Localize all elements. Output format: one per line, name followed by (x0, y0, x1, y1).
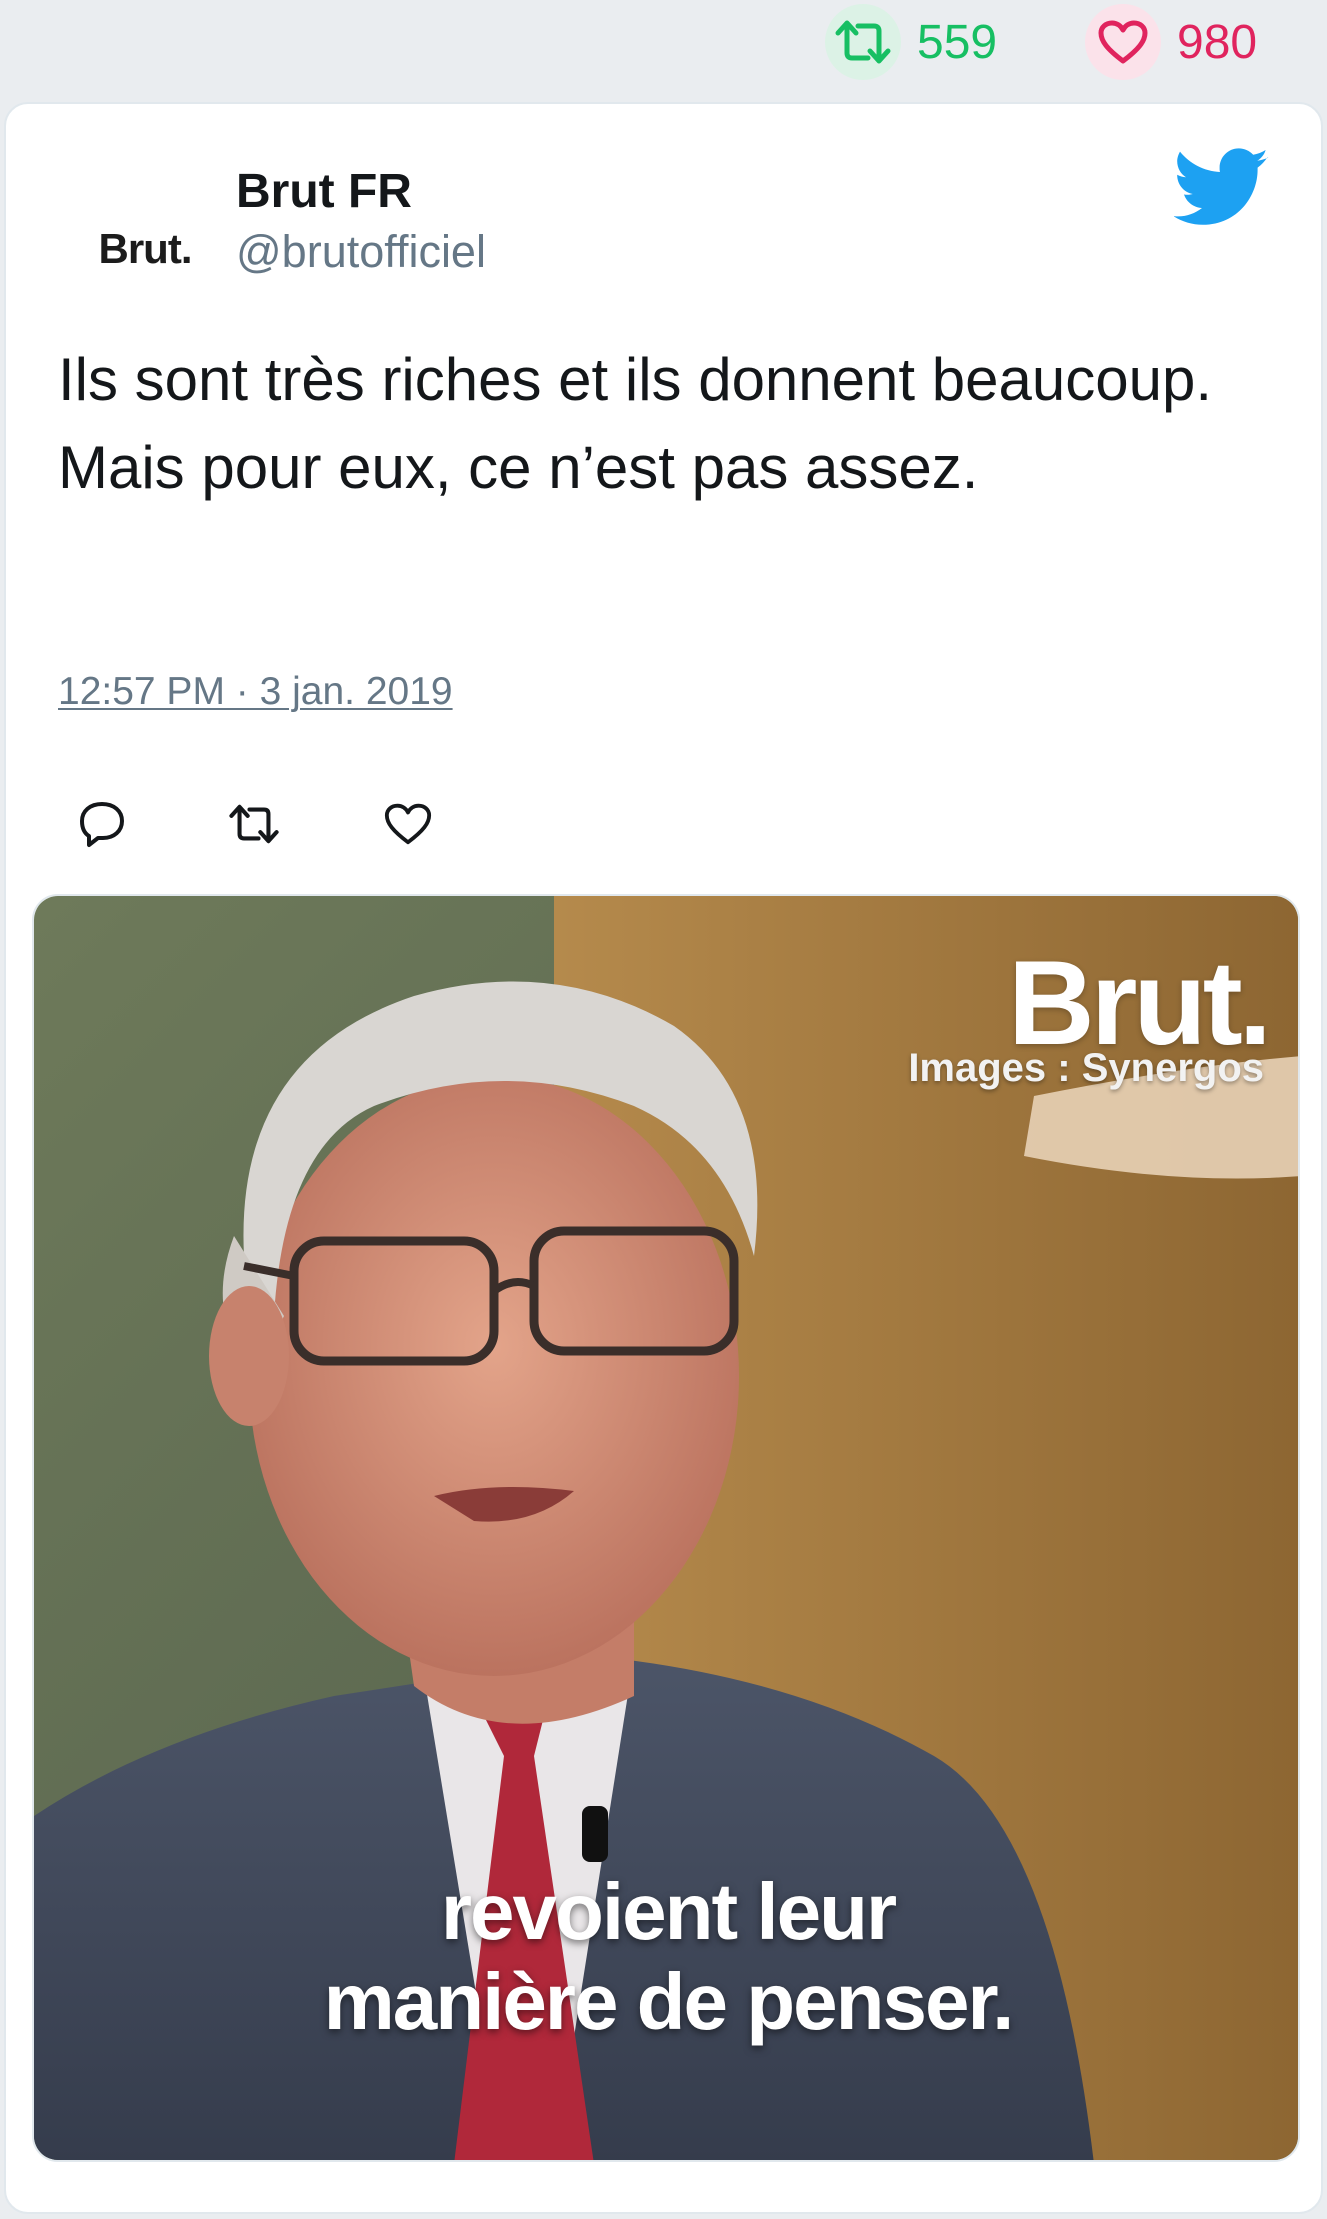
reply-button[interactable] (62, 784, 142, 864)
like-stat[interactable]: 980 (1085, 0, 1257, 84)
retweet-button[interactable] (214, 784, 294, 864)
video-subtitle-line-2: manière de penser. (323, 1957, 1015, 2046)
video-subtitle-line-1: revoient leur (440, 1867, 897, 1956)
heart-icon (1085, 4, 1161, 80)
avatar-logo-text: Brut. (98, 225, 193, 272)
retweet-icon (229, 804, 279, 844)
image-credit: Images : Synergos (908, 1046, 1264, 1090)
display-name[interactable]: Brut FR (236, 164, 412, 219)
tweet-timestamp[interactable]: 12:57 PM · 3 jan. 2019 (58, 670, 453, 714)
tweet-text: Ils sont très riches et ils donnent beau… (58, 346, 1213, 501)
retweet-count: 559 (917, 15, 998, 69)
tweet-media-video[interactable]: Brut. Images : Synergos revoient leur ma… (32, 894, 1300, 2162)
heart-icon (384, 803, 432, 845)
retweet-stat[interactable]: 559 (825, 0, 997, 84)
twitter-bird-icon[interactable] (1173, 148, 1270, 233)
avatar[interactable]: Brut. (80, 184, 210, 314)
reply-icon (80, 802, 124, 847)
retweet-icon (825, 4, 901, 80)
like-button[interactable] (368, 784, 448, 864)
tweet-stats-bar: 559 980 (0, 0, 1327, 88)
like-count: 980 (1177, 15, 1258, 69)
tweet-card: Brut. Brut FR @brutofficiel Ils sont trè… (4, 102, 1323, 2214)
user-handle[interactable]: @brutofficiel (236, 226, 486, 278)
